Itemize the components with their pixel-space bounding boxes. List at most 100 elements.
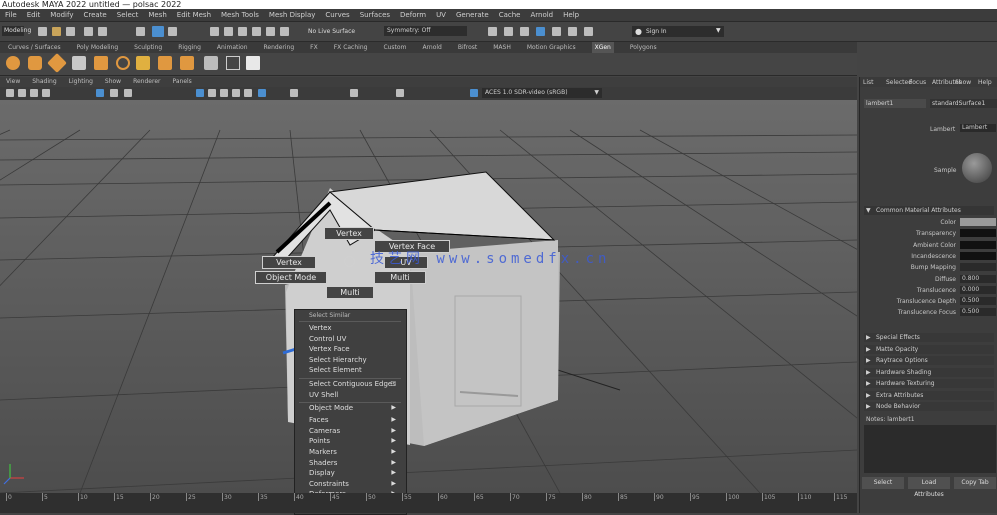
camera-attributes-icon[interactable]	[18, 89, 26, 97]
symmetry-dropdown[interactable]: Symmetry: Off	[384, 26, 467, 36]
menu-edit[interactable]: Edit	[27, 9, 41, 21]
node-tab-lambert1[interactable]: lambert1	[864, 99, 926, 108]
shelf-tab-xgen[interactable]: XGen	[591, 42, 614, 53]
time-slider[interactable]: 0 5 10 15 20 25 30 35 40 45 50 55 60 65 70 75 80 85 90 95 10…	[0, 493, 857, 513]
option-box-icon[interactable]: □	[390, 380, 396, 387]
context-menu-item[interactable]: Select Element	[309, 366, 401, 374]
attr-tab-focus[interactable]: Focus	[909, 79, 926, 86]
context-menu-item[interactable]: Faces ▶	[309, 416, 401, 424]
marking-menu-south[interactable]: Multi	[326, 286, 374, 299]
lights-icon[interactable]	[232, 89, 240, 97]
poly-torus-icon[interactable]	[116, 56, 130, 70]
context-menu-item[interactable]: Select Contiguous Edges □	[309, 380, 401, 388]
panel-menu-renderer[interactable]: Renderer	[133, 77, 160, 87]
notes-field[interactable]	[864, 425, 996, 473]
shelf-tab-animation[interactable]: Animation	[217, 42, 248, 53]
context-menu-item[interactable]: Vertex	[309, 324, 401, 332]
render-view-icon[interactable]	[504, 27, 513, 36]
menu-cache[interactable]: Cache	[499, 9, 521, 21]
marking-menu-southeast[interactable]: Multi	[374, 271, 426, 284]
context-menu-item[interactable]: Markers ▶	[309, 448, 401, 456]
menu-select[interactable]: Select	[117, 9, 139, 21]
menu-uv[interactable]: UV	[436, 9, 446, 21]
undo-icon[interactable]	[84, 27, 93, 36]
bookmark-icon[interactable]	[30, 89, 38, 97]
image-plane-icon[interactable]	[42, 89, 50, 97]
menu-mesh-display[interactable]: Mesh Display	[269, 9, 315, 21]
shadows-icon[interactable]	[244, 89, 252, 97]
shelf-tab-bifrost[interactable]: Bifrost	[458, 42, 477, 53]
section-matte-opacity[interactable]: ▶ Matte Opacity	[864, 344, 994, 354]
type-field[interactable]: Lambert	[960, 124, 996, 132]
attr-tab-list[interactable]: List	[863, 79, 874, 86]
shelf-tab-sculpting[interactable]: Sculpting	[134, 42, 162, 53]
context-menu-item[interactable]: Shaders ▶	[309, 459, 401, 467]
poly-plane-icon[interactable]	[94, 56, 108, 70]
snap-surface-icon[interactable]	[266, 27, 275, 36]
color-management-icon[interactable]	[470, 89, 478, 97]
shelf-tab-fx-caching[interactable]: FX Caching	[334, 42, 368, 53]
menu-modify[interactable]: Modify	[50, 9, 73, 21]
textured-icon[interactable]	[220, 89, 228, 97]
snap-grid-icon[interactable]	[210, 27, 219, 36]
context-menu-item[interactable]: Cameras ▶	[309, 427, 401, 435]
context-menu-item[interactable]: Control UV	[309, 335, 401, 343]
viewport-persp[interactable]: Vertex Vertex Face Vertex UV Object Mode…	[0, 100, 857, 493]
section-raytrace-options[interactable]: ▶ Raytrace Options	[864, 356, 994, 365]
section-hardware-shading[interactable]: ▶ Hardware Shading	[864, 367, 994, 377]
snap-curve-icon[interactable]	[224, 27, 233, 36]
menu-help[interactable]: Help	[563, 9, 579, 21]
aa-icon[interactable]	[396, 89, 404, 97]
redo-icon[interactable]	[98, 27, 107, 36]
context-menu-item[interactable]: Select Hierarchy	[309, 356, 401, 364]
attr-field-translucence[interactable]: 0.000	[960, 285, 996, 294]
shelf-tab-rendering[interactable]: Rendering	[264, 42, 295, 53]
render-frame-icon[interactable]	[488, 27, 497, 36]
isolate-select-icon[interactable]	[290, 89, 298, 97]
menu-set-dropdown[interactable]: Modeling	[2, 26, 31, 36]
marking-menu-southwest[interactable]: Object Mode	[255, 271, 327, 284]
wireframe-icon[interactable]	[196, 89, 204, 97]
panel-menu-view[interactable]: View	[6, 77, 20, 87]
ipr-render-icon[interactable]	[520, 27, 529, 36]
context-menu-item[interactable]: Constraints ▶	[309, 480, 401, 488]
attr-field-bump-mapping[interactable]	[960, 263, 996, 272]
menu-mesh-tools[interactable]: Mesh Tools	[221, 9, 259, 21]
film-gate-icon[interactable]	[110, 89, 118, 97]
menu-generate[interactable]: Generate	[456, 9, 489, 21]
bevel-icon[interactable]	[204, 56, 218, 70]
shelf-tab-poly-modeling[interactable]: Poly Modeling	[77, 42, 119, 53]
panel-menu-shading[interactable]: Shading	[32, 77, 56, 87]
menu-create[interactable]: Create	[83, 9, 106, 21]
menu-mesh[interactable]: Mesh	[148, 9, 166, 21]
shelf-tab-polygons[interactable]: Polygons	[630, 42, 657, 53]
poly-sphere-icon[interactable]	[6, 56, 20, 70]
save-scene-icon[interactable]	[66, 27, 75, 36]
select-hierarchy-icon[interactable]	[136, 27, 145, 36]
shelf-tab-mash[interactable]: MASH	[493, 42, 511, 53]
snap-view-icon[interactable]	[252, 27, 261, 36]
render-settings-icon[interactable]	[536, 27, 545, 36]
shelf-tab-custom[interactable]: Custom	[383, 42, 406, 53]
marking-menu-north[interactable]: Vertex	[324, 227, 374, 240]
grid-icon[interactable]	[96, 89, 104, 97]
shelf-tab-curves-surfaces[interactable]: Curves / Surfaces	[8, 42, 61, 53]
select-object-icon[interactable]	[152, 26, 164, 37]
hypershade-icon[interactable]	[552, 27, 561, 36]
attr-field-color[interactable]	[960, 218, 996, 226]
section-hardware-texturing[interactable]: ▶ Hardware Texturing	[864, 379, 994, 388]
new-scene-icon[interactable]	[38, 27, 47, 36]
attr-field-translucence-focus[interactable]: 0.500	[960, 308, 996, 317]
context-menu-item[interactable]: Object Mode ▶	[309, 404, 401, 412]
attr-tab-help[interactable]: Help	[978, 79, 992, 86]
menu-curves[interactable]: Curves	[325, 9, 349, 21]
attr-tab-show[interactable]: Show	[955, 79, 971, 86]
poly-cube-icon[interactable]	[28, 56, 42, 70]
section-common-material[interactable]: ▼ Common Material Attributes	[864, 206, 994, 215]
select-component-icon[interactable]	[168, 27, 177, 36]
node-tab-standardsurface[interactable]: standardSurface1	[930, 99, 997, 108]
select-button[interactable]: Select	[862, 477, 904, 489]
load-attributes-button[interactable]: Load Attributes	[908, 477, 950, 498]
uv-editor-icon[interactable]	[246, 56, 260, 70]
shelf-tab-fx[interactable]: FX	[310, 42, 318, 53]
